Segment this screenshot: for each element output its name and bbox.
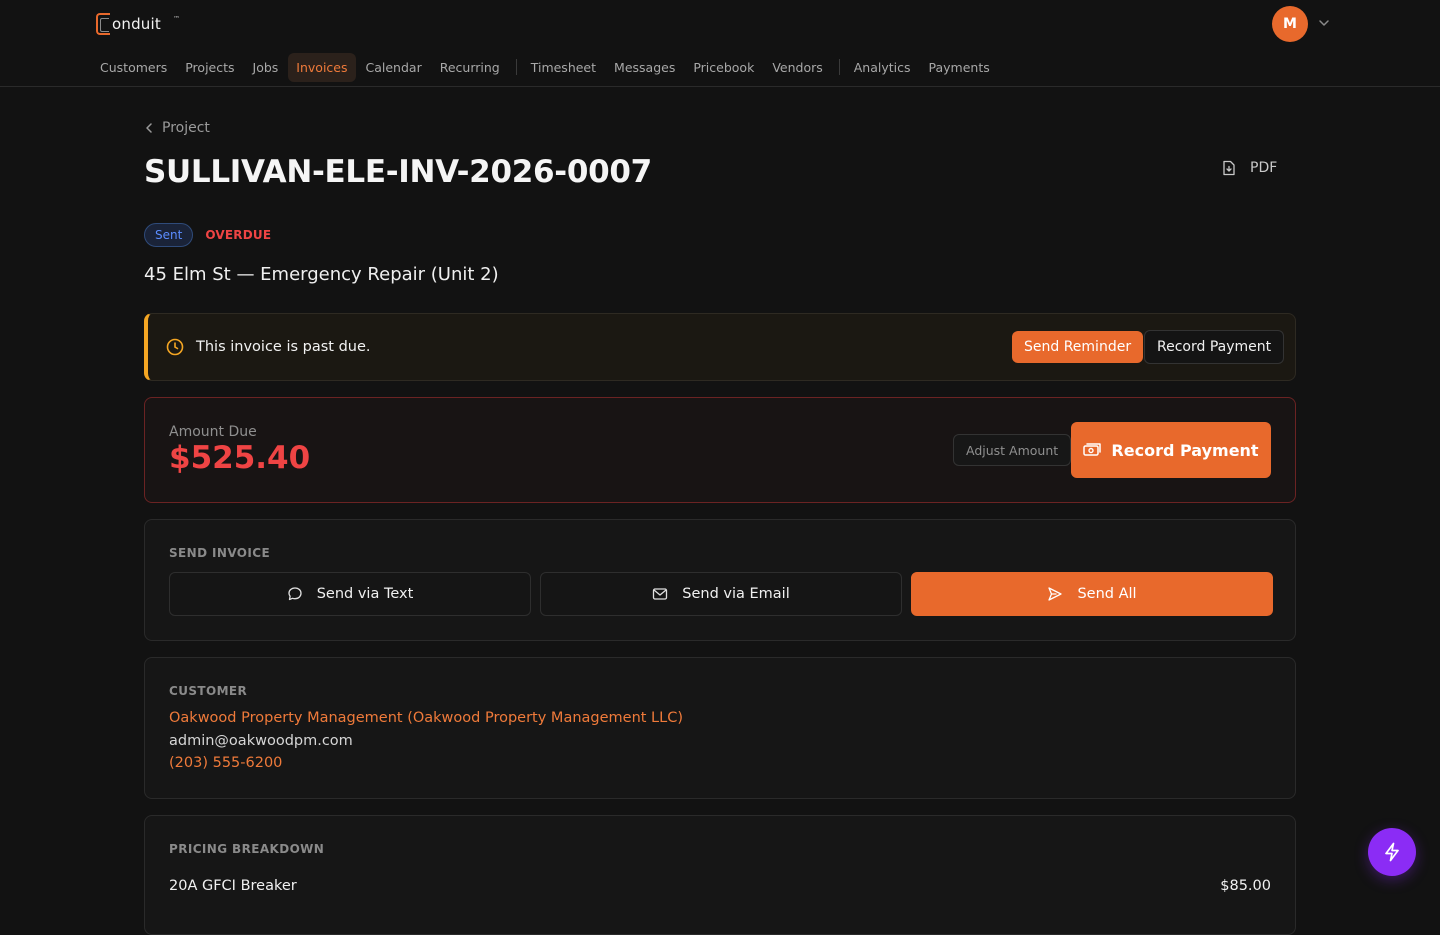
- customer-heading: CUSTOMER: [169, 684, 248, 698]
- nav-item-pricebook[interactable]: Pricebook: [685, 53, 762, 82]
- send-all-label: Send All: [1077, 586, 1137, 602]
- send-all-button[interactable]: Send All: [911, 572, 1273, 616]
- send-invoice-card: SEND INVOICE Send via Text Send via Emai…: [144, 519, 1296, 641]
- past-due-alert: This invoice is past due. Send Reminder …: [144, 313, 1296, 381]
- amount-due-card: Amount Due $525.40 Adjust Amount Record …: [144, 397, 1296, 503]
- customer-phone-link[interactable]: (203) 555-6200: [169, 755, 282, 771]
- overdue-badge: OVERDUE: [205, 228, 272, 242]
- send-icon: [1048, 587, 1063, 601]
- top-header: onduit ™ M Customers Projects Jobs Invoi…: [0, 0, 1440, 87]
- amount-due-label: Amount Due: [169, 424, 257, 440]
- pdf-label: PDF: [1250, 160, 1278, 176]
- pricing-breakdown-card: PRICING BREAKDOWN 20A GFCI Breaker $85.0…: [144, 815, 1296, 935]
- send-via-email-button[interactable]: Send via Email: [540, 572, 902, 616]
- lightning-bolt-icon: [1385, 842, 1399, 862]
- nav-divider: [838, 59, 840, 75]
- cash-icon: [1083, 443, 1102, 456]
- send-via-text-label: Send via Text: [316, 586, 414, 602]
- nav-item-customers[interactable]: Customers: [92, 53, 175, 82]
- nav-item-analytics[interactable]: Analytics: [846, 53, 919, 82]
- nav-item-recurring[interactable]: Recurring: [432, 53, 508, 82]
- status-badge: Sent: [144, 223, 194, 247]
- back-to-project-link[interactable]: Project: [144, 120, 210, 136]
- chevron-down-icon[interactable]: [1317, 16, 1331, 30]
- invoice-title: 45 Elm St — Emergency Repair (Unit 2): [144, 264, 499, 285]
- customer-email: admin@oakwoodpm.com: [169, 733, 353, 749]
- nav-item-timesheet[interactable]: Timesheet: [523, 53, 604, 82]
- send-reminder-button[interactable]: Send Reminder: [1012, 331, 1144, 363]
- clock-icon: [166, 338, 184, 356]
- main-nav: Customers Projects Jobs Invoices Calenda…: [92, 52, 1000, 82]
- pdf-button[interactable]: PDF: [1222, 160, 1277, 176]
- assistant-fab-button[interactable]: [1368, 828, 1416, 876]
- file-download-icon: [1223, 160, 1235, 176]
- pricing-heading: PRICING BREAKDOWN: [169, 842, 325, 856]
- send-invoice-heading: SEND INVOICE: [169, 546, 271, 560]
- line-item-name: 20A GFCI Breaker: [169, 878, 297, 894]
- invoice-number: SULLIVAN-ELE-INV-2026-0007: [144, 154, 652, 190]
- line-item-price: $85.00: [1220, 878, 1271, 894]
- brand-logo[interactable]: onduit ™: [96, 12, 180, 36]
- mail-icon: [653, 588, 668, 600]
- nav-item-calendar[interactable]: Calendar: [358, 53, 430, 82]
- logo-mark-icon: [96, 13, 110, 35]
- nav-item-payments[interactable]: Payments: [921, 53, 998, 82]
- nav-item-invoices[interactable]: Invoices: [288, 52, 356, 82]
- record-payment-alert-button[interactable]: Record Payment: [1144, 330, 1285, 364]
- customer-name-link[interactable]: Oakwood Property Management (Oakwood Pro…: [169, 710, 683, 726]
- nav-item-messages[interactable]: Messages: [606, 53, 683, 82]
- record-payment-button[interactable]: Record Payment: [1071, 422, 1271, 478]
- amount-due-value: $525.40: [169, 440, 311, 476]
- trademark-symbol: ™: [172, 15, 180, 23]
- alert-message: This invoice is past due.: [196, 339, 371, 355]
- customer-card: CUSTOMER Oakwood Property Management (Oa…: [144, 657, 1296, 799]
- adjust-amount-button[interactable]: Adjust Amount: [953, 434, 1072, 466]
- send-via-email-label: Send via Email: [682, 586, 790, 602]
- chevron-left-icon: [146, 123, 152, 133]
- nav-item-vendors[interactable]: Vendors: [764, 53, 830, 82]
- nav-divider: [515, 59, 517, 75]
- record-payment-label: Record Payment: [1111, 440, 1259, 460]
- brand-name: onduit: [112, 15, 161, 33]
- status-badges: Sent OVERDUE: [144, 223, 271, 247]
- message-bubble-icon: [288, 587, 302, 601]
- back-label: Project: [162, 120, 210, 136]
- send-via-text-button[interactable]: Send via Text: [169, 572, 531, 616]
- nav-item-jobs[interactable]: Jobs: [245, 53, 287, 82]
- user-avatar[interactable]: M: [1272, 6, 1308, 42]
- nav-item-projects[interactable]: Projects: [177, 53, 242, 82]
